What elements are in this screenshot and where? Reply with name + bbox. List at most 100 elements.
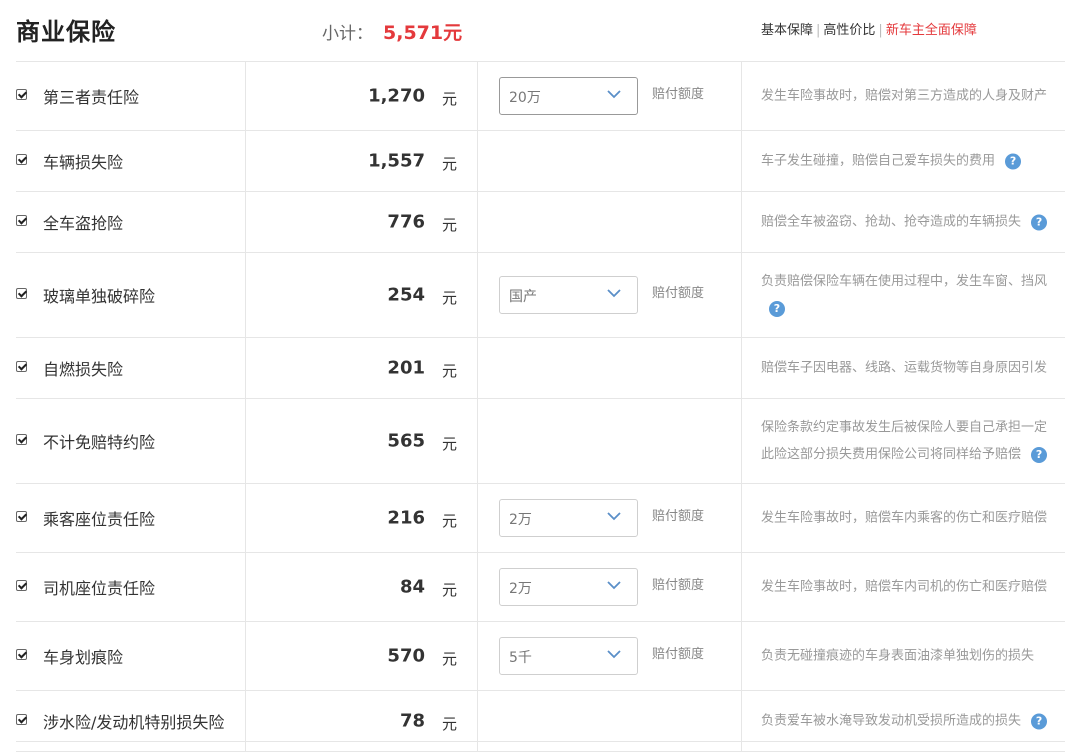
insurance-checkbox[interactable] (16, 361, 27, 372)
insurance-checkbox[interactable] (16, 215, 27, 226)
description-cell: 负责爱车被水淹导致发动机受损所造成的损失? (742, 691, 1065, 751)
coverage-select[interactable]: 5千 (499, 637, 638, 675)
insurance-checkbox[interactable] (16, 714, 27, 725)
name-cell: 涉水险/发动机特别损失险 (16, 691, 246, 751)
option-cell (478, 131, 742, 191)
name-cell: 乘客座位责任险 (16, 484, 246, 552)
subtotal-label: 小计： (322, 24, 373, 44)
description-cell: 赔偿车子因电器、线路、运载货物等自身原因引发 (742, 338, 1065, 398)
chevron-down-icon (607, 512, 621, 521)
help-icon[interactable]: ? (1031, 214, 1048, 230)
insurance-name: 不计免赔特约险 (43, 433, 156, 452)
chevron-down-icon (607, 90, 621, 99)
insurance-price: 565 (387, 430, 425, 452)
description-line: 赔偿车子因电器、线路、运载货物等自身原因引发 (761, 355, 1047, 382)
price-cell: 565 元 (246, 399, 478, 483)
name-cell: 第三者责任险 (16, 62, 246, 130)
insurance-price: 570 (387, 645, 425, 667)
description-cell: 发生车险事故时，赔偿车内乘客的伤亡和医疗赔偿 (742, 484, 1065, 552)
insurance-row: 车辆损失险 1,557 元 车子发生碰撞，赔偿自己爱车损失的费用? (16, 131, 1065, 192)
coverage-select[interactable]: 国产 (499, 276, 638, 314)
insurance-checkbox[interactable] (16, 649, 27, 660)
option-cell (478, 338, 742, 398)
price-unit: 元 (441, 435, 457, 454)
plan-option[interactable]: 新车主全面保障 (886, 23, 977, 38)
name-cell: 自燃损失险 (16, 338, 246, 398)
insurance-table: 第三者责任险 1,270 元 20万 赔付额度 发生车险事故时，赔偿对第三方造成的人身及财… (16, 61, 1065, 752)
coverage-value: 国产 (509, 289, 537, 305)
description-text: 负责赔偿保险车辆在使用过程中，发生车窗、挡风 (761, 274, 1048, 289)
price-unit: 元 (441, 216, 457, 235)
name-cell: 玻璃单独破碎险 (16, 253, 246, 337)
description-text: 发生车险事故时，赔偿对第三方造成的人身及财产 (761, 88, 1048, 104)
help-icon[interactable]: ? (769, 300, 785, 317)
insurance-description: 保险条款约定事故发生后被保险人要自己承担一定 此险这部分损失费用保险公司将同样给予… (761, 414, 1048, 468)
name-cell: 全车盗抢险 (16, 192, 246, 252)
insurance-description: 负责赔偿保险车辆在使用过程中，发生车窗、挡风? (761, 268, 1047, 322)
name-cell: 车辆损失险 (16, 131, 246, 191)
name-cell: 车身划痕险 (16, 622, 246, 690)
help-icon[interactable]: ? (1031, 446, 1048, 463)
insurance-name: 车身划痕险 (43, 648, 124, 667)
plan-separator: | (878, 23, 883, 38)
description-cell: 负责赔偿保险车辆在使用过程中，发生车窗、挡风? (742, 253, 1065, 337)
description-cell: 保险条款约定事故发生后被保险人要自己承担一定 此险这部分损失费用保险公司将同样给予… (742, 399, 1065, 483)
insurance-checkbox[interactable] (16, 89, 27, 100)
description-line: 此险这部分损失费用保险公司将同样给予赔偿? (761, 441, 1048, 468)
insurance-checkbox[interactable] (16, 434, 27, 445)
option-cell: 2万 赔付额度 (478, 484, 742, 552)
insurance-description: 发生车险事故时，赔偿车内司机的伤亡和医疗赔偿 (761, 574, 1047, 601)
price-cell: 254 元 (246, 253, 478, 337)
option-cell: 5千 赔付额度 (478, 622, 742, 690)
description-line: 发生车险事故时，赔偿车内乘客的伤亡和医疗赔偿 (761, 505, 1047, 532)
description-text: 此险这部分损失费用保险公司将同样给予赔偿 (761, 447, 1022, 462)
insurance-price: 254 (387, 284, 425, 306)
price-cell: 570 元 (246, 622, 478, 690)
description-line: 车子发生碰撞，赔偿自己爱车损失的费用? (761, 148, 1022, 175)
help-icon[interactable]: ? (1005, 153, 1022, 169)
coverage-label: 赔付额度 (652, 87, 705, 103)
help-icon[interactable]: ? (1031, 713, 1048, 729)
coverage-value: 2万 (509, 512, 532, 528)
insurance-checkbox[interactable] (16, 511, 27, 522)
insurance-checkbox[interactable] (16, 154, 27, 165)
insurance-description: 车子发生碰撞，赔偿自己爱车损失的费用? (761, 148, 1022, 175)
insurance-name: 乘客座位责任险 (43, 510, 156, 529)
plan-option[interactable]: 高性价比 (823, 23, 875, 38)
description-text: 赔偿车子因电器、线路、运载货物等自身原因引发 (761, 360, 1048, 376)
description-line: 负责无碰撞痕迹的车身表面油漆单独划伤的损失 (761, 643, 1034, 670)
coverage-label: 赔付额度 (652, 509, 705, 525)
coverage-value: 20万 (509, 90, 541, 106)
insurance-name: 第三者责任险 (43, 88, 140, 107)
insurance-name: 全车盗抢险 (43, 214, 124, 233)
insurance-checkbox[interactable] (16, 288, 27, 299)
coverage-select[interactable]: 2万 (499, 568, 638, 606)
price-unit: 元 (441, 581, 457, 600)
description-text: 发生车险事故时，赔偿车内司机的伤亡和医疗赔偿 (761, 579, 1048, 595)
name-cell: 不计免赔特约险 (16, 399, 246, 483)
plan-separator: | (816, 23, 821, 38)
description-line: 发生车险事故时，赔偿车内司机的伤亡和医疗赔偿 (761, 574, 1047, 601)
description-line: ? (761, 295, 1047, 322)
description-text: 发生车险事故时，赔偿车内乘客的伤亡和医疗赔偿 (761, 510, 1048, 526)
insurance-price: 78 (399, 710, 425, 732)
coverage-label: 赔付额度 (652, 286, 705, 302)
description-line: 负责赔偿保险车辆在使用过程中，发生车窗、挡风 (761, 268, 1047, 295)
insurance-price: 201 (387, 357, 425, 379)
description-cell: 发生车险事故时，赔偿车内司机的伤亡和医疗赔偿 (742, 553, 1065, 621)
description-text: 负责无碰撞痕迹的车身表面油漆单独划伤的损失 (761, 648, 1035, 664)
plan-option[interactable]: 基本保障 (761, 23, 813, 38)
price-cell: 201 元 (246, 338, 478, 398)
chevron-down-icon (607, 289, 621, 298)
description-cell: 赔偿全车被盗窃、抢劫、抢夺造成的车辆损失? (742, 192, 1065, 252)
price-cell: 78 元 (246, 691, 478, 751)
option-cell (478, 399, 742, 483)
insurance-row: 司机座位责任险 84 元 2万 赔付额度 发生车险事故时，赔偿车内司机的伤亡和医疗赔偿 (16, 553, 1065, 622)
coverage-select[interactable]: 20万 (499, 77, 638, 115)
insurance-price: 1,270 (368, 85, 425, 107)
insurance-description: 负责爱车被水淹导致发动机受损所造成的损失? (761, 708, 1048, 735)
coverage-value: 5千 (509, 650, 532, 666)
insurance-checkbox[interactable] (16, 580, 27, 591)
coverage-select[interactable]: 2万 (499, 499, 638, 537)
insurance-description: 发生车险事故时，赔偿对第三方造成的人身及财产 (761, 83, 1047, 110)
